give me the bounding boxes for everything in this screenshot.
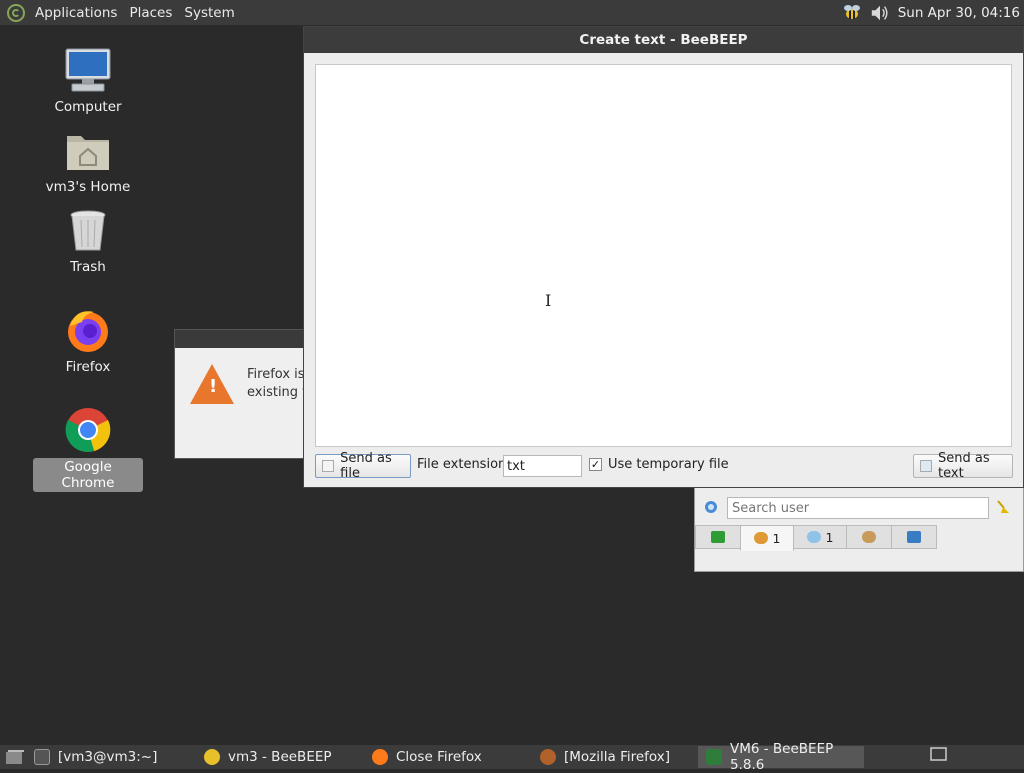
volume-icon[interactable]	[870, 3, 890, 23]
taskbar-item-beebeep-vm3[interactable]: vm3 - BeeBEEP	[196, 746, 364, 768]
beebeep-main-window: 1 1	[694, 486, 1024, 572]
mint-logo-icon[interactable]	[7, 3, 25, 22]
taskbar-item-terminal[interactable]: [vm3@vm3:~]	[26, 746, 196, 768]
taskbar-item-label: Close Firefox	[396, 749, 482, 765]
home-folder-icon	[64, 126, 112, 174]
vm-icon	[706, 749, 722, 765]
share-icon	[907, 531, 921, 543]
file-extension-label: File extension	[417, 457, 507, 472]
desktop-icon-label: Computer	[54, 99, 122, 115]
trash-icon	[64, 206, 112, 254]
dialog-message: Firefox is existing t	[247, 366, 307, 402]
button-label: Send as file	[340, 451, 392, 481]
taskbar-item-label: [Mozilla Firefox]	[564, 749, 671, 765]
firefox-warning-dialog: ! Firefox is existing t	[174, 329, 316, 459]
chat-icon	[806, 531, 821, 543]
taskbar-item-close-firefox[interactable]: Close Firefox	[364, 746, 532, 768]
desktop-icon-home[interactable]: vm3's Home	[33, 126, 143, 196]
send-as-file-button[interactable]: Send as file	[315, 451, 411, 481]
desktop-icon-label: vm3's Home	[45, 179, 131, 195]
tab-count: 1	[772, 530, 781, 546]
dialog-titlebar[interactable]	[175, 330, 315, 348]
desktop-icon-label: Trash	[70, 259, 106, 275]
monitor-icon	[711, 531, 725, 543]
taskbar: [vm3@vm3:~] vm3 - BeeBEEP Close Firefox …	[0, 741, 1024, 773]
tab-count: 1	[825, 529, 834, 545]
groups-icon	[862, 531, 876, 543]
menu-applications[interactable]: Applications	[29, 5, 123, 21]
use-temporary-file-checkbox[interactable]: ✓	[589, 458, 602, 471]
taskbar-item-label: vm3 - BeeBEEP	[228, 749, 332, 765]
send-as-text-button[interactable]: Send as text	[913, 451, 1013, 481]
computer-icon	[64, 46, 112, 94]
send-text-icon	[920, 460, 933, 472]
dialog-titlebar[interactable]: Create text - BeeBEEP	[304, 27, 1023, 53]
beebeep-icon	[204, 749, 220, 765]
search-row	[695, 495, 1023, 521]
view-tabs: 1 1	[695, 525, 937, 551]
tab-monitor[interactable]	[695, 525, 741, 549]
firefox-icon	[64, 306, 112, 354]
search-options-icon[interactable]	[703, 499, 719, 515]
tab-groups[interactable]	[846, 525, 892, 549]
desktop-icon-label: Google Chrome	[33, 458, 143, 492]
workspace-switcher-icon[interactable]	[930, 747, 948, 767]
chrome-icon	[64, 406, 112, 454]
message-line: Firefox is	[247, 367, 305, 382]
ibeam-cursor-icon: I	[545, 291, 552, 310]
taskbar-item-mozilla-firefox[interactable]: [Mozilla Firefox]	[532, 746, 698, 768]
button-label: Send as text	[938, 451, 990, 481]
show-desktop-icon[interactable]	[4, 746, 26, 768]
clock[interactable]: Sun Apr 30, 04:16	[898, 5, 1020, 21]
firefox-icon	[372, 749, 388, 765]
desktop-icon-firefox[interactable]: Firefox	[33, 306, 143, 376]
taskbar-item-label: [vm3@vm3:~]	[58, 749, 158, 765]
warning-mark: !	[209, 376, 218, 397]
taskbar-item-beebeep-vm6[interactable]: VM6 - BeeBEEP 5.8.6	[698, 741, 864, 773]
menu-system[interactable]: System	[178, 5, 240, 21]
search-user-input[interactable]	[727, 497, 989, 519]
desktop-icon-chrome[interactable]: Google Chrome	[33, 406, 143, 492]
create-text-dialog: Create text - BeeBEEP I Send as file Fil…	[303, 26, 1024, 488]
system-tray: Sun Apr 30, 04:16	[842, 0, 1024, 25]
terminal-icon	[34, 749, 50, 765]
clear-search-icon[interactable]	[995, 499, 1013, 517]
text-editor[interactable]: I	[315, 64, 1012, 447]
file-extension-input[interactable]	[503, 455, 582, 477]
firefox-icon	[540, 749, 556, 765]
dialog-title: Create text - BeeBEEP	[579, 32, 748, 48]
desktop-icon-label: Firefox	[65, 359, 111, 375]
use-temporary-file-label[interactable]: Use temporary file	[608, 457, 729, 472]
tab-chats[interactable]: 1	[793, 525, 847, 549]
desktop-icon-computer[interactable]: Computer	[33, 46, 143, 116]
beebeep-icon[interactable]	[842, 3, 862, 23]
menu-places[interactable]: Places	[123, 5, 178, 21]
desktop-icon-trash[interactable]: Trash	[33, 206, 143, 276]
users-icon	[753, 532, 768, 544]
tab-share[interactable]	[891, 525, 937, 549]
taskbar-item-label: VM6 - BeeBEEP 5.8.6	[730, 741, 834, 773]
top-panel: Applications Places System Sun Apr 30, 0…	[0, 0, 1024, 26]
file-icon	[322, 460, 335, 472]
tab-users[interactable]: 1	[740, 525, 794, 551]
message-line: existing t	[247, 385, 308, 400]
